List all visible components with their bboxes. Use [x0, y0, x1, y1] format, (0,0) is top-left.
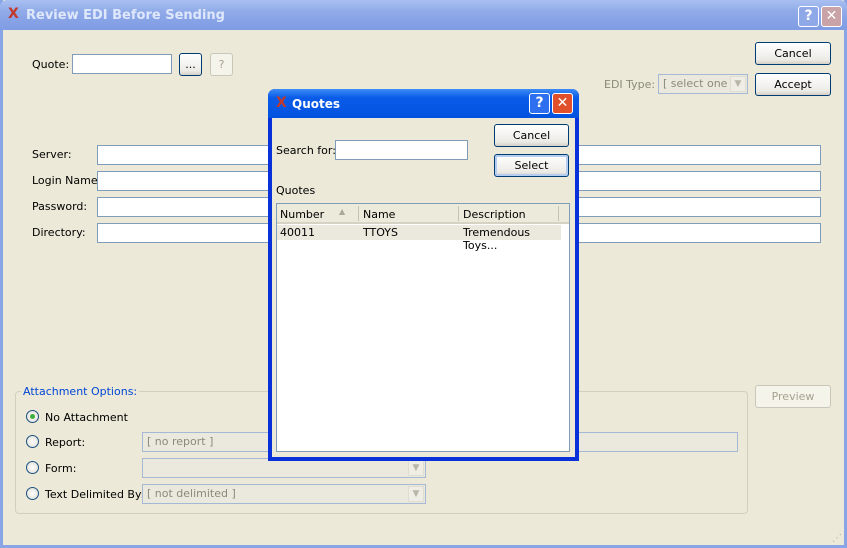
- search-input[interactable]: [335, 140, 468, 160]
- app-logo-icon: X: [276, 95, 287, 111]
- attachment-options-legend: Attachment Options:: [21, 385, 140, 398]
- cell-description: Tremendous Toys...: [463, 226, 531, 252]
- dialog-title-bar: X Quotes ? ✕: [268, 89, 579, 118]
- quotes-dialog: X Quotes ? ✕ Search for: Cancel Select Q…: [268, 89, 579, 461]
- table-row[interactable]: 40011 TTOYS Tremendous Toys...: [277, 225, 561, 252]
- text-delimited-radio[interactable]: [26, 487, 39, 500]
- resize-grip-icon[interactable]: ⋰: [832, 533, 842, 544]
- cell-name: TTOYS: [363, 226, 399, 239]
- dialog-select-button[interactable]: Select: [494, 154, 569, 177]
- quote-lookup-button[interactable]: ...: [179, 53, 202, 76]
- column-header-description[interactable]: Description: [463, 208, 526, 221]
- chevron-down-icon: ▼: [408, 486, 424, 502]
- text-delimited-label: Text Delimited By:: [45, 488, 145, 501]
- edi-type-select[interactable]: [ select one ] ▼: [658, 74, 748, 94]
- server-label: Server:: [32, 148, 72, 161]
- chevron-down-icon: ▼: [730, 76, 746, 92]
- quotes-table[interactable]: Number ▲ Name Description 40011 TTOYS Tr…: [276, 203, 570, 452]
- app-logo-icon: X: [8, 6, 19, 22]
- quote-help-button[interactable]: ?: [210, 53, 233, 76]
- close-button[interactable]: ✕: [821, 6, 842, 27]
- form-label: Form:: [45, 462, 77, 475]
- no-attachment-label: No Attachment: [45, 411, 128, 424]
- form-select[interactable]: ▼: [142, 458, 426, 478]
- chevron-down-icon: ▼: [408, 460, 424, 476]
- quotes-list-label: Quotes: [276, 184, 316, 197]
- text-delimited-select[interactable]: [ not delimited ] ▼: [142, 484, 426, 504]
- dialog-help-button[interactable]: ?: [529, 93, 550, 114]
- edi-type-label: EDI Type:: [604, 78, 656, 91]
- text-delimited-value: [ not delimited ]: [147, 487, 236, 500]
- table-header: Number ▲ Name Description: [277, 204, 569, 224]
- quote-label: Quote:: [32, 58, 70, 71]
- edi-type-value: [ select one ]: [663, 77, 736, 90]
- column-header-name[interactable]: Name: [363, 208, 395, 221]
- dialog-cancel-button[interactable]: Cancel: [494, 124, 569, 147]
- cell-number: 40011: [280, 226, 315, 239]
- dialog-title: Quotes: [292, 97, 341, 111]
- dialog-body: Search for: Cancel Select Quotes Number …: [272, 118, 575, 457]
- report-radio[interactable]: [26, 435, 39, 448]
- quote-input[interactable]: [72, 54, 172, 74]
- accept-button[interactable]: Accept: [755, 73, 831, 96]
- login-name-label: Login Name:: [32, 174, 102, 187]
- column-header-number[interactable]: Number: [280, 208, 324, 221]
- report-label: Report:: [45, 436, 86, 449]
- help-button[interactable]: ?: [798, 6, 819, 27]
- dialog-close-button[interactable]: ✕: [552, 93, 573, 114]
- preview-button[interactable]: Preview: [755, 385, 831, 408]
- no-attachment-radio[interactable]: [26, 410, 39, 423]
- sort-ascending-icon: ▲: [339, 207, 346, 216]
- search-for-label: Search for:: [276, 144, 336, 157]
- cancel-button[interactable]: Cancel: [755, 42, 831, 65]
- window-title: Review EDI Before Sending: [26, 8, 225, 23]
- form-radio[interactable]: [26, 461, 39, 474]
- directory-label: Directory:: [32, 226, 86, 239]
- main-title-bar: X Review EDI Before Sending ? ✕: [0, 0, 847, 30]
- password-label: Password:: [32, 200, 88, 213]
